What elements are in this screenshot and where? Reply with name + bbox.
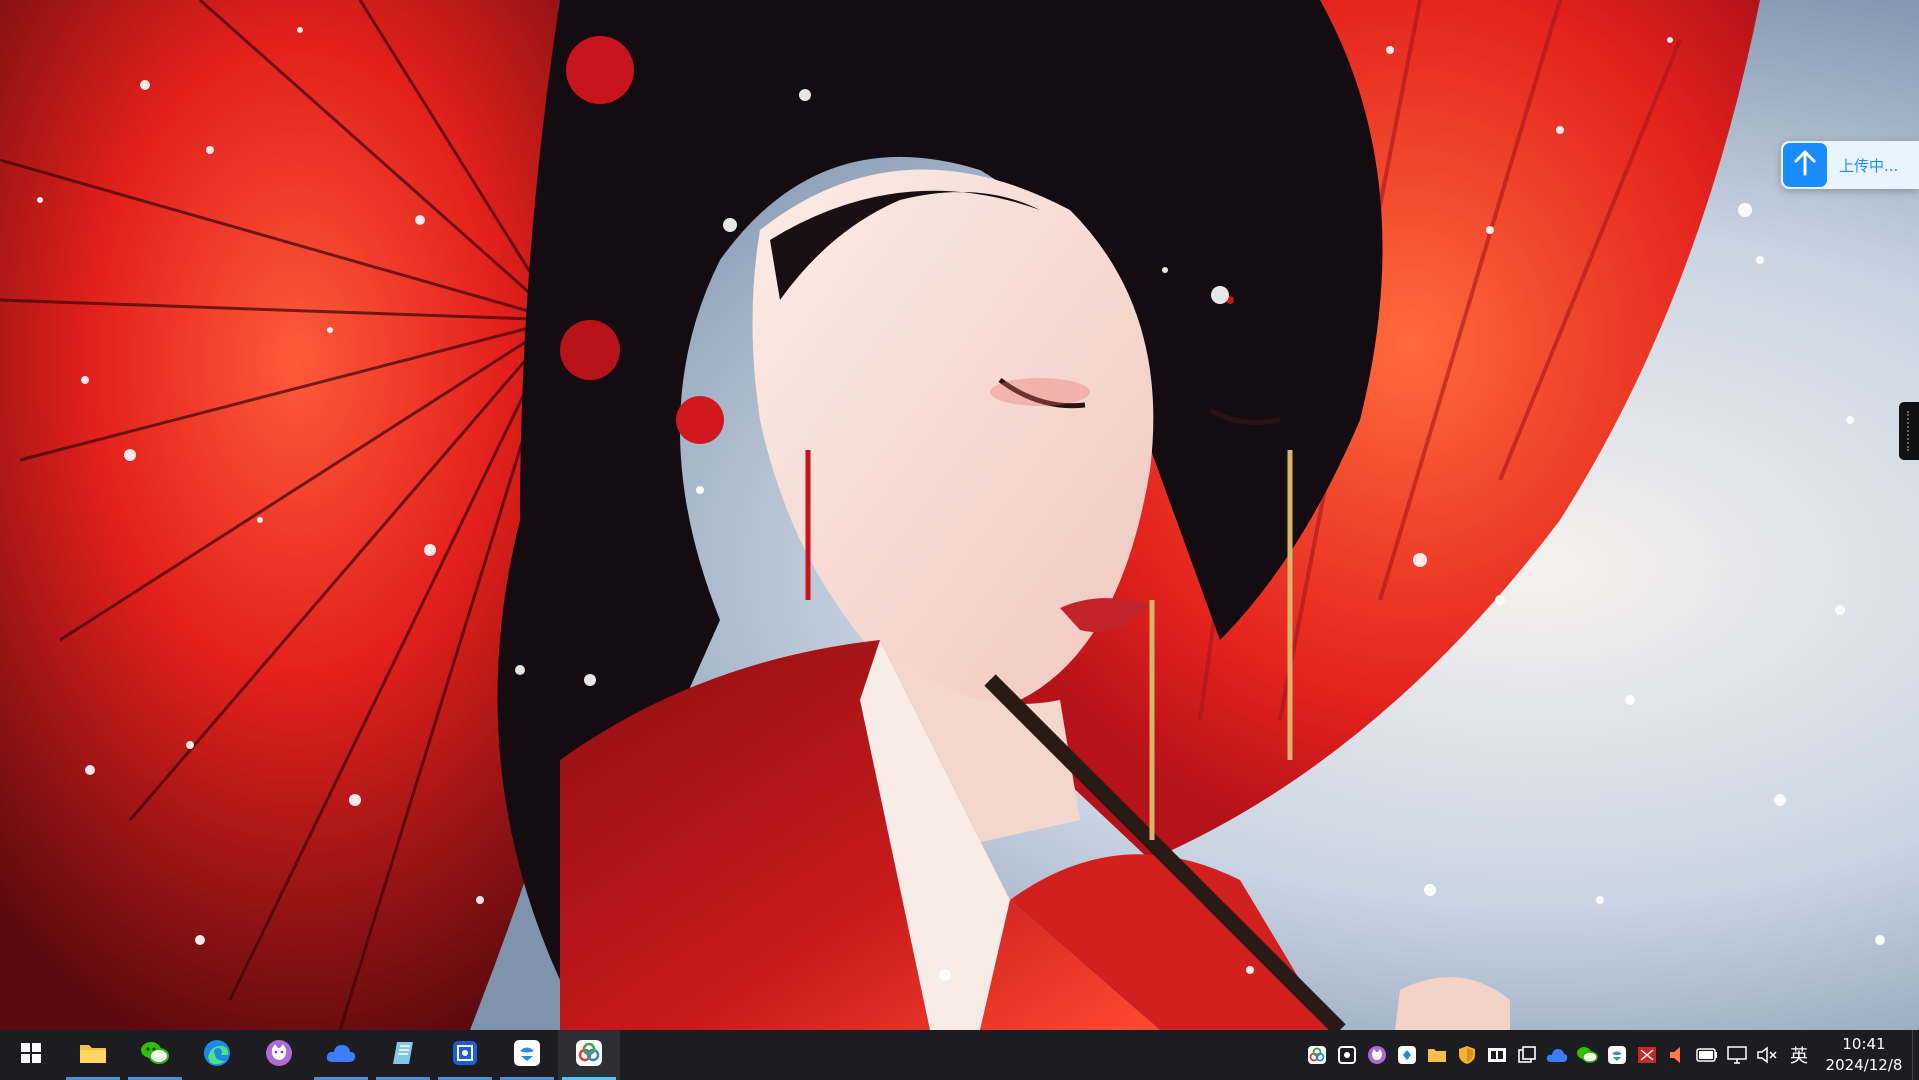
clock-date: 2024/12/8 <box>1825 1056 1903 1074</box>
clock-time: 10:41 <box>1842 1035 1886 1053</box>
start-button[interactable] <box>0 1030 62 1080</box>
upload-widget[interactable]: 上传中... <box>1781 141 1919 189</box>
notebook-icon <box>391 1040 415 1070</box>
battery-icon[interactable] <box>1692 1030 1722 1080</box>
taskbar-notebook[interactable] <box>372 1030 434 1080</box>
network-icon[interactable] <box>1722 1030 1752 1080</box>
app-tray-icon[interactable] <box>1392 1030 1422 1080</box>
desktop-wallpaper <box>0 0 1919 1030</box>
side-dock-handle[interactable] <box>1899 402 1919 460</box>
taskbar-netdisk-active[interactable] <box>558 1030 620 1080</box>
folder-tray-icon[interactable] <box>1422 1030 1452 1080</box>
taskbar-file-explorer[interactable] <box>62 1030 124 1080</box>
volume-muted-icon[interactable] <box>1752 1030 1782 1080</box>
security-shield-icon[interactable] <box>1452 1030 1482 1080</box>
wechat-icon <box>140 1040 170 1070</box>
taskbar-screenshot-tool[interactable] <box>434 1030 496 1080</box>
taskbar: 英 10:41 2024/12/8 <box>0 1030 1919 1080</box>
window-tray-icon[interactable] <box>1512 1030 1542 1080</box>
edge-browser-icon <box>203 1039 231 1071</box>
taskbar-cat-app[interactable] <box>248 1030 310 1080</box>
arrow-up-icon <box>1793 150 1817 180</box>
taskbar-clock[interactable]: 10:41 2024/12/8 <box>1816 1030 1912 1080</box>
windows-logo-icon <box>21 1043 41 1067</box>
flag-tray-icon[interactable] <box>1632 1030 1662 1080</box>
folder-icon <box>79 1041 107 1069</box>
taskbar-wechat[interactable] <box>124 1030 186 1080</box>
show-desktop-button[interactable] <box>1912 1030 1919 1080</box>
upload-button[interactable] <box>1783 143 1827 187</box>
speaker-tray-icon[interactable] <box>1662 1030 1692 1080</box>
cat-tray-icon[interactable] <box>1362 1030 1392 1080</box>
cloud-music-icon <box>513 1039 541 1071</box>
taskbar-edge[interactable] <box>186 1030 248 1080</box>
taskbar-cloud-drive[interactable] <box>310 1030 372 1080</box>
wechat-tray-icon[interactable] <box>1572 1030 1602 1080</box>
capture-tray-icon[interactable] <box>1332 1030 1362 1080</box>
system-tray: 英 10:41 2024/12/8 <box>1302 1030 1919 1080</box>
screenshot-icon <box>451 1039 479 1071</box>
netdisk-icon <box>575 1039 603 1071</box>
cat-app-icon <box>265 1039 293 1071</box>
media-tray-icon[interactable] <box>1482 1030 1512 1080</box>
cloud-icon <box>326 1042 356 1068</box>
cloud-music-tray-icon[interactable] <box>1602 1030 1632 1080</box>
cloud-tray-icon[interactable] <box>1542 1030 1572 1080</box>
input-language-indicator[interactable]: 英 <box>1782 1030 1816 1080</box>
netdisk-tray-icon[interactable] <box>1302 1030 1332 1080</box>
taskbar-cloud-music[interactable] <box>496 1030 558 1080</box>
upload-status-label: 上传中... <box>1839 156 1899 175</box>
